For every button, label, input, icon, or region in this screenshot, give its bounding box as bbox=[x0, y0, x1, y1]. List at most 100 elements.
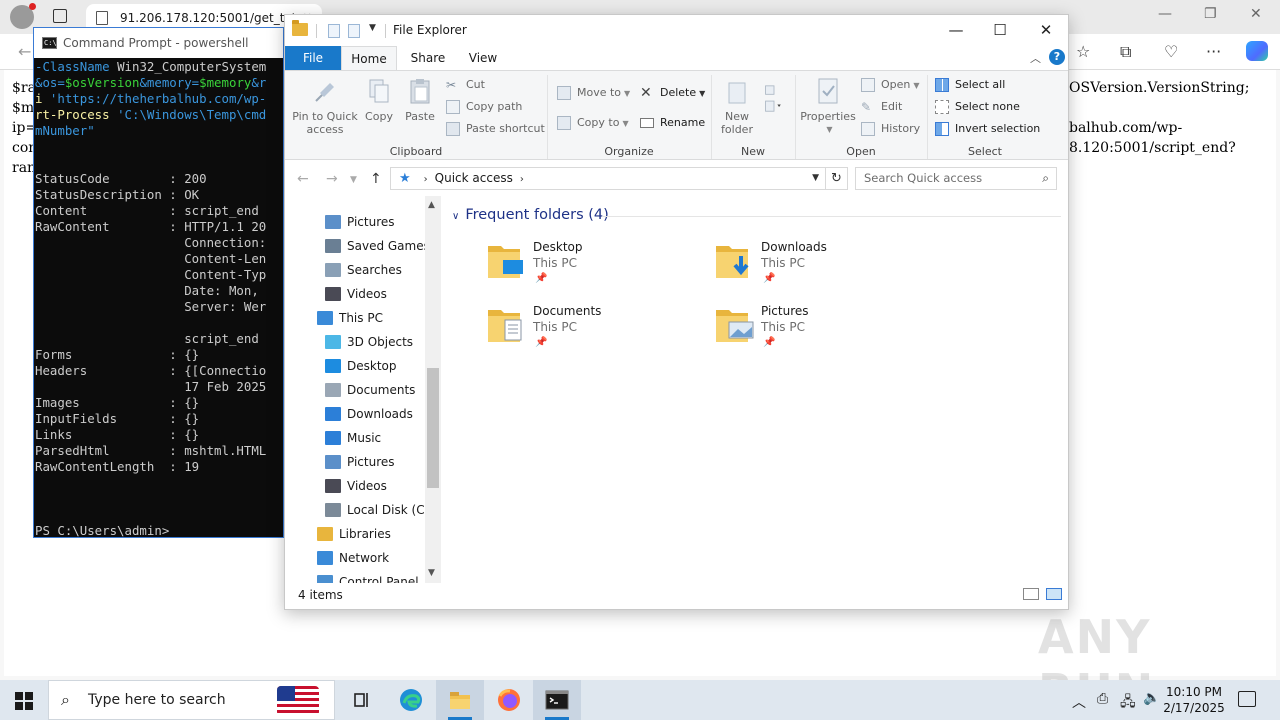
meet-now-icon[interactable]: ⎙ bbox=[1097, 691, 1108, 707]
copy-path-button[interactable]: Copy path bbox=[446, 98, 522, 116]
properties-button[interactable]: Properties ▼ bbox=[800, 75, 856, 136]
scrollbar-thumb[interactable] bbox=[427, 368, 439, 488]
back-arrow-icon[interactable]: ← bbox=[18, 42, 31, 61]
nav-item-desktop[interactable]: Desktop bbox=[325, 354, 397, 378]
folder-tile-pictures[interactable]: Pictures This PC 📌 bbox=[715, 304, 915, 362]
rename-button[interactable]: Rename bbox=[640, 114, 705, 132]
start-button[interactable] bbox=[15, 692, 33, 710]
nav-item-videos[interactable]: Videos bbox=[325, 282, 387, 306]
copy-button[interactable]: Copy bbox=[362, 75, 396, 123]
paste-label: Paste bbox=[405, 110, 435, 123]
new-folder-button[interactable]: New folder bbox=[717, 75, 757, 136]
taskbar-file-explorer[interactable] bbox=[436, 680, 484, 720]
scroll-up-icon[interactable]: ▲ bbox=[428, 200, 435, 210]
show-hidden-icons-icon[interactable]: ︿ bbox=[1072, 692, 1086, 712]
nav-item-local-disk-c[interactable]: Local Disk (C:) bbox=[325, 498, 433, 522]
collections-icon[interactable]: ⧉ bbox=[1120, 42, 1131, 62]
taskbar-edge[interactable] bbox=[387, 680, 435, 720]
up-arrow-icon[interactable]: ↑ bbox=[370, 171, 382, 187]
nav-item-music[interactable]: Music bbox=[325, 426, 381, 450]
select-all-button[interactable]: Select all bbox=[935, 76, 1005, 94]
explorer-titlebar[interactable]: ▼ File Explorer — ☐ ✕ bbox=[285, 15, 1068, 46]
details-view-icon[interactable] bbox=[1023, 588, 1039, 600]
taskbar-command-prompt[interactable] bbox=[533, 680, 581, 720]
folder-tile-documents[interactable]: Documents This PC 📌 bbox=[487, 304, 687, 362]
taskbar-firefox[interactable] bbox=[485, 680, 533, 720]
explorer-close-button[interactable]: ✕ bbox=[1023, 15, 1068, 45]
help-icon[interactable]: ? bbox=[1049, 49, 1065, 65]
browser-essentials-icon[interactable]: ♡ bbox=[1164, 42, 1178, 61]
nav-item-network[interactable]: Network bbox=[317, 546, 389, 570]
address-bar[interactable]: ★ › Quick access › ▼ bbox=[390, 167, 826, 190]
address-dropdown-icon[interactable]: ▼ bbox=[812, 168, 819, 189]
taskbar-clock[interactable]: 10:10 PM 2/17/2025 bbox=[1158, 684, 1230, 716]
history-button[interactable]: History bbox=[861, 120, 920, 138]
delete-button[interactable]: ✕ Delete ▼ bbox=[640, 84, 705, 102]
explorer-minimize-button[interactable]: — bbox=[933, 15, 979, 45]
tab-share[interactable]: Share bbox=[403, 46, 453, 70]
nav-item-pictures[interactable]: Pictures bbox=[325, 450, 395, 474]
nav-item-this-pc[interactable]: This PC bbox=[317, 306, 383, 330]
new-folder-qat-icon[interactable] bbox=[348, 24, 360, 38]
browser-restore-button[interactable]: ❐ bbox=[1204, 6, 1217, 22]
network-icon[interactable]: 🖧 bbox=[1120, 691, 1136, 715]
file-explorer-window[interactable]: ▼ File Explorer — ☐ ✕ File Home Share Vi… bbox=[284, 14, 1069, 610]
tab-view[interactable]: View bbox=[459, 46, 507, 70]
profile-avatar-icon[interactable] bbox=[10, 3, 36, 29]
tab-file[interactable]: File bbox=[285, 46, 341, 70]
move-to-button[interactable]: Move to ▼ bbox=[557, 84, 630, 102]
folder-tile-downloads[interactable]: Downloads This PC 📌 bbox=[715, 240, 915, 298]
tab-home[interactable]: Home bbox=[341, 46, 397, 70]
copy-to-button[interactable]: Copy to ▼ bbox=[557, 114, 629, 132]
edit-button[interactable]: ✎ Edit bbox=[861, 98, 902, 116]
explorer-maximize-button[interactable]: ☐ bbox=[977, 15, 1023, 45]
pictures-icon bbox=[325, 215, 341, 229]
navigation-pane-scrollbar[interactable]: ▲ ▼ bbox=[425, 196, 441, 583]
new-item-button[interactable] bbox=[759, 75, 789, 120]
favorites-icon[interactable]: ☆ bbox=[1076, 42, 1090, 61]
paste-shortcut-button[interactable]: Paste shortcut bbox=[446, 120, 545, 138]
task-view-button[interactable] bbox=[337, 680, 385, 720]
taskbar-search-box[interactable]: ⌕ Type here to search bbox=[48, 680, 335, 720]
select-none-button[interactable]: Select none bbox=[935, 98, 1020, 116]
tab-actions-icon[interactable] bbox=[53, 9, 67, 23]
nav-item-saved-games[interactable]: Saved Games bbox=[325, 234, 430, 258]
more-menu-icon[interactable]: ··· bbox=[1206, 42, 1221, 61]
nav-item-documents[interactable]: Documents bbox=[325, 378, 415, 402]
breadcrumb-quick-access[interactable]: Quick access bbox=[435, 171, 513, 185]
folder-tile-desktop[interactable]: Desktop This PC 📌 bbox=[487, 240, 687, 298]
nav-item-videos[interactable]: Videos bbox=[325, 474, 387, 498]
open-button[interactable]: Open ▼ bbox=[861, 76, 920, 94]
nav-item-libraries[interactable]: Libraries bbox=[317, 522, 391, 546]
refresh-icon[interactable]: ↻ bbox=[826, 167, 848, 190]
cut-button[interactable]: ✂ Cut bbox=[446, 76, 485, 94]
browser-minimize-button[interactable]: — bbox=[1158, 6, 1172, 22]
collapse-ribbon-icon[interactable]: ︿ bbox=[1030, 50, 1041, 66]
customize-qat-icon[interactable]: ▼ bbox=[369, 23, 376, 33]
nav-item-3d-objects[interactable]: 3D Objects bbox=[325, 330, 413, 354]
browser-close-button[interactable]: ✕ bbox=[1250, 6, 1262, 22]
notification-center-icon[interactable] bbox=[1238, 691, 1256, 707]
back-arrow-icon[interactable]: ← bbox=[297, 171, 309, 187]
paste-button[interactable]: Paste bbox=[401, 75, 439, 123]
frequent-folders-header[interactable]: ∨ Frequent folders (4) bbox=[452, 207, 609, 223]
console-output-line bbox=[35, 139, 283, 155]
scroll-down-icon[interactable]: ▼ bbox=[428, 568, 435, 578]
cmd-console-output[interactable]: -ClassName Win32_ComputerSystem &os=$osVe… bbox=[35, 59, 283, 537]
invert-selection-button[interactable]: Invert selection bbox=[935, 120, 1040, 138]
forward-arrow-icon[interactable]: → bbox=[326, 171, 338, 187]
recent-locations-icon[interactable]: ▼ bbox=[350, 175, 357, 185]
properties-qat-icon[interactable] bbox=[328, 24, 340, 38]
nav-item-searches[interactable]: Searches bbox=[325, 258, 402, 282]
pin-to-quick-access-button[interactable]: Pin to Quick access bbox=[291, 75, 359, 136]
copilot-icon[interactable] bbox=[1246, 41, 1268, 61]
explorer-title: File Explorer bbox=[393, 23, 467, 37]
history-label: History bbox=[881, 122, 921, 135]
search-input[interactable]: Search Quick access ⌕ bbox=[855, 167, 1057, 190]
nav-item-downloads[interactable]: Downloads bbox=[325, 402, 413, 426]
cmd-titlebar[interactable]: C:\ Command Prompt - powershell bbox=[34, 28, 283, 58]
nav-item-pictures[interactable]: Pictures bbox=[325, 210, 395, 234]
console-output-line: script_end bbox=[35, 331, 259, 346]
large-icons-view-icon[interactable] bbox=[1046, 588, 1062, 600]
command-prompt-window[interactable]: C:\ Command Prompt - powershell -ClassNa… bbox=[33, 27, 284, 538]
